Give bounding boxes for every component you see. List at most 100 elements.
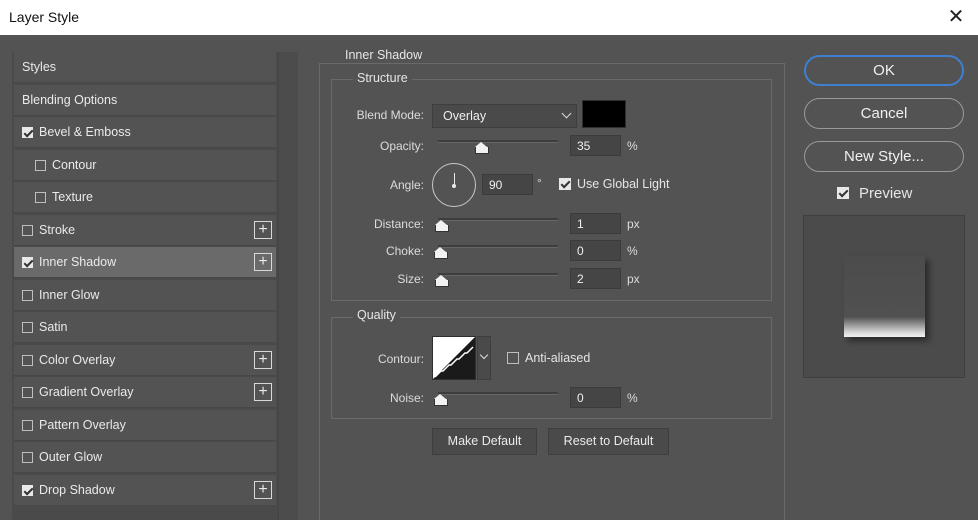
add-effect-icon[interactable]: + xyxy=(254,351,272,369)
choke-slider-thumb[interactable] xyxy=(434,247,448,259)
opacity-slider-thumb[interactable] xyxy=(475,142,489,154)
contour-picker[interactable] xyxy=(432,336,476,380)
angle-dial-center xyxy=(452,184,456,188)
sidebar-item-styles[interactable]: Styles xyxy=(14,52,276,83)
preview-checkbox[interactable] xyxy=(837,187,849,199)
noise-input[interactable]: 0 xyxy=(570,387,621,408)
distance-input[interactable]: 1 xyxy=(570,213,621,234)
anti-aliased-label[interactable]: Anti-aliased xyxy=(525,351,590,365)
sidebar-item-bevel-emboss[interactable]: Bevel & Emboss xyxy=(14,117,276,148)
add-effect-icon[interactable]: + xyxy=(254,253,272,271)
contour-curve-icon xyxy=(433,337,475,379)
close-icon[interactable]: ✕ xyxy=(944,5,968,29)
sidebar-item-label: Blending Options xyxy=(22,93,118,107)
choke-slider-track xyxy=(438,245,558,248)
sidebar-item-color-overlay[interactable]: Color Overlay + xyxy=(14,345,276,376)
sidebar-item-label: Stroke xyxy=(39,223,76,237)
sidebar-item-checkbox[interactable] xyxy=(22,322,33,333)
sidebar-item-texture[interactable]: Texture xyxy=(14,182,276,213)
distance-unit: px xyxy=(627,217,640,231)
contour-label: Contour: xyxy=(377,352,424,366)
sidebar-item-outer-glow[interactable]: Outer Glow xyxy=(14,442,276,473)
sidebar-item-satin[interactable]: Satin xyxy=(14,312,276,343)
opacity-label: Opacity: xyxy=(379,139,424,153)
choke-label: Choke: xyxy=(385,244,424,258)
noise-unit: % xyxy=(627,391,638,405)
shadow-color-swatch[interactable] xyxy=(582,100,626,128)
anti-aliased-checkbox[interactable] xyxy=(507,352,519,364)
add-effect-icon[interactable]: + xyxy=(254,481,272,499)
distance-label: Distance: xyxy=(373,217,424,231)
noise-label: Noise: xyxy=(389,391,424,405)
structure-heading: Structure xyxy=(353,71,412,85)
size-slider-track xyxy=(438,273,558,276)
opacity-input[interactable]: 35 xyxy=(570,135,621,156)
sidebar-item-label: Inner Glow xyxy=(39,288,100,302)
inner-shadow-heading: Inner Shadow xyxy=(341,48,427,62)
choke-unit: % xyxy=(627,244,638,258)
opacity-unit: % xyxy=(627,139,638,153)
sidebar-item-inner-glow[interactable]: Inner Glow xyxy=(14,280,276,311)
cancel-button[interactable]: Cancel xyxy=(804,98,964,129)
sidebar-item-label: Contour xyxy=(52,158,97,172)
size-slider[interactable] xyxy=(435,272,558,287)
sidebar-item-checkbox[interactable] xyxy=(35,192,46,203)
angle-input[interactable]: 90 xyxy=(482,174,533,195)
sidebar-item-label: Drop Shadow xyxy=(39,483,115,497)
sidebar-item-checkbox[interactable] xyxy=(22,387,33,398)
chevron-down-icon xyxy=(479,350,489,360)
use-global-light-checkbox[interactable] xyxy=(559,178,571,190)
choke-input[interactable]: 0 xyxy=(570,240,621,261)
sidebar-item-checkbox[interactable] xyxy=(22,127,33,138)
sidebar-item-drop-shadow[interactable]: Drop Shadow + xyxy=(14,475,276,506)
sidebar-item-label: Bevel & Emboss xyxy=(39,125,131,139)
sidebar-item-gradient-overlay[interactable]: Gradient Overlay + xyxy=(14,377,276,408)
ok-button[interactable]: OK xyxy=(804,55,964,86)
angle-dial[interactable] xyxy=(432,163,476,207)
add-effect-icon[interactable]: + xyxy=(254,383,272,401)
sidebar-item-checkbox[interactable] xyxy=(22,420,33,431)
sidebar-item-checkbox[interactable] xyxy=(22,225,33,236)
preview-thumbnail xyxy=(844,256,925,337)
sidebar-item-stroke[interactable]: Stroke + xyxy=(14,215,276,246)
sidebar-item-blending-options[interactable]: Blending Options xyxy=(14,85,276,116)
size-unit: px xyxy=(627,272,640,286)
size-slider-thumb[interactable] xyxy=(435,275,449,287)
sidebar-item-inner-shadow[interactable]: Inner Shadow + xyxy=(14,247,276,278)
sidebar-item-label: Texture xyxy=(52,190,93,204)
size-input[interactable]: 2 xyxy=(570,268,621,289)
styles-list-scrollbar[interactable] xyxy=(278,52,298,520)
sidebar-item-checkbox[interactable] xyxy=(22,452,33,463)
distance-slider-thumb[interactable] xyxy=(435,220,449,232)
reset-to-default-button[interactable]: Reset to Default xyxy=(548,428,669,455)
preview-label[interactable]: Preview xyxy=(859,185,912,202)
quality-heading: Quality xyxy=(353,308,400,322)
blend-mode-label: Blend Mode: xyxy=(356,108,424,122)
angle-unit: ° xyxy=(537,176,542,190)
opacity-slider[interactable] xyxy=(438,139,558,154)
use-global-light-label[interactable]: Use Global Light xyxy=(577,177,669,191)
make-default-button[interactable]: Make Default xyxy=(432,428,537,455)
new-style-button[interactable]: New Style... xyxy=(804,141,964,172)
blend-mode-select[interactable]: Overlay xyxy=(432,104,577,128)
sidebar-item-pattern-overlay[interactable]: Pattern Overlay xyxy=(14,410,276,441)
sidebar-item-checkbox[interactable] xyxy=(35,160,46,171)
sidebar-item-label: Satin xyxy=(39,320,68,334)
contour-dropdown[interactable] xyxy=(477,336,491,380)
chevron-down-icon xyxy=(561,108,572,119)
sidebar-item-checkbox[interactable] xyxy=(22,485,33,496)
sidebar-item-label: Styles xyxy=(22,60,57,74)
sidebar-item-label: Pattern Overlay xyxy=(39,418,126,432)
size-label: Size: xyxy=(397,272,424,286)
choke-slider[interactable] xyxy=(434,244,558,259)
styles-list: Styles Blending Options Bevel & Emboss Cont… xyxy=(12,52,298,520)
sidebar-item-label: Color Overlay xyxy=(39,353,116,367)
sidebar-item-checkbox[interactable] xyxy=(22,257,33,268)
add-effect-icon[interactable]: + xyxy=(254,221,272,239)
sidebar-item-contour[interactable]: Contour xyxy=(14,150,276,181)
sidebar-item-checkbox[interactable] xyxy=(22,290,33,301)
distance-slider[interactable] xyxy=(435,217,558,232)
sidebar-item-checkbox[interactable] xyxy=(22,355,33,366)
noise-slider-thumb[interactable] xyxy=(434,394,448,406)
noise-slider[interactable] xyxy=(434,391,558,406)
